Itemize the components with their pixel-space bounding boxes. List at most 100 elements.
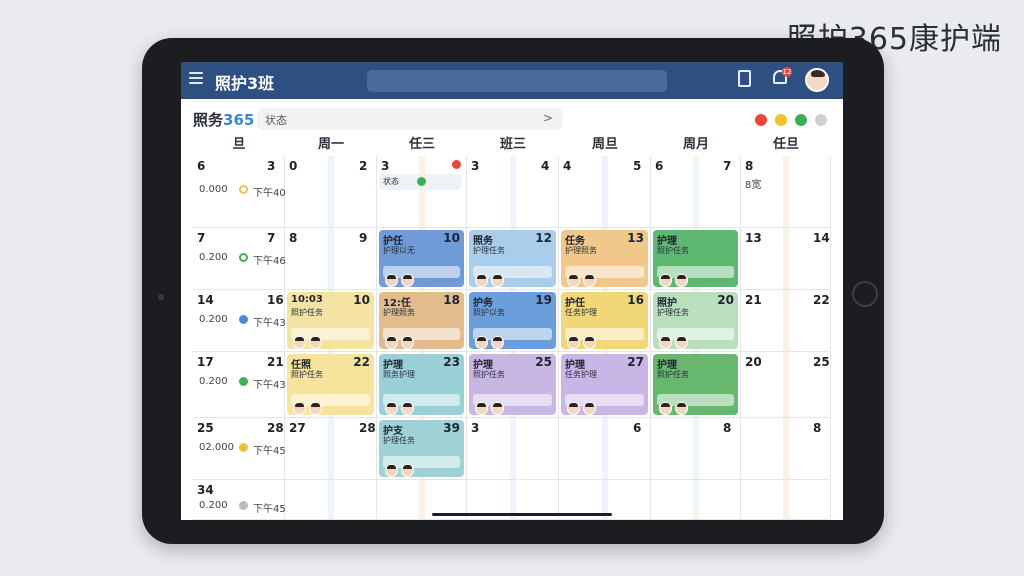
caregiver-avatar xyxy=(475,402,488,415)
column-stripe xyxy=(328,156,334,227)
event-card[interactable]: 照务 12 护理任务 xyxy=(469,230,556,287)
calendar-cell[interactable] xyxy=(651,480,741,520)
column-stripe xyxy=(602,156,608,227)
caregiver-avatar xyxy=(385,274,398,287)
status-filter[interactable]: 状态 > xyxy=(257,108,563,130)
notification-badge: 12 xyxy=(782,67,792,77)
day-summary-time: 0.200 xyxy=(199,314,228,325)
event-title: 10:03 xyxy=(291,294,323,305)
event-card[interactable]: 护理 27 任务护理 xyxy=(561,354,648,415)
caregiver-avatar xyxy=(309,402,322,415)
date-number: 6 xyxy=(197,159,206,173)
date-number: 17 xyxy=(197,355,214,369)
event-detail: 护理以无 xyxy=(383,246,415,255)
date-number-right: 14 xyxy=(813,231,830,245)
caregiver-avatar xyxy=(293,402,306,415)
yellow-status-dot[interactable] xyxy=(775,114,787,126)
date-number-right: 3 xyxy=(267,159,276,173)
date-number: 14 xyxy=(197,293,214,307)
date-subtext: 8宽 xyxy=(745,180,762,191)
caregiver-avatar xyxy=(567,402,580,415)
event-date-number: 19 xyxy=(535,293,552,307)
clipboard-icon[interactable] xyxy=(738,70,751,87)
day-summary-time: 0.200 xyxy=(199,376,228,387)
event-date-number: 23 xyxy=(443,355,460,369)
day-summary-label: 下午45 xyxy=(253,446,286,457)
event-date-number: 27 xyxy=(627,355,644,369)
event-card[interactable]: 任照 22 照护任务 xyxy=(287,354,374,415)
event-card[interactable]: 护务 19 照护以务 xyxy=(469,292,556,349)
event-card[interactable]: 护理 23 照务护理 xyxy=(379,354,464,415)
event-detail: 照护以务 xyxy=(473,308,505,317)
event-date-number: 10 xyxy=(353,293,370,307)
event-card[interactable]: 护理 照护任务 xyxy=(653,354,738,415)
day-summary-label: 下午40 xyxy=(253,188,286,199)
day-summary-label: 下午45 xyxy=(253,504,286,515)
red-status-dot[interactable] xyxy=(755,114,767,126)
column-stripe xyxy=(783,290,789,351)
date-number: 21 xyxy=(745,293,762,307)
avatar[interactable] xyxy=(805,68,829,92)
event-card[interactable]: 任务 13 护理照务 xyxy=(561,230,648,287)
event-detail: 任务护理 xyxy=(565,308,597,317)
date-number-right: 8 xyxy=(723,421,732,435)
event-card[interactable]: 护任 10 护理以无 xyxy=(379,230,464,287)
column-stripe xyxy=(419,480,425,519)
event-detail: 任务护理 xyxy=(565,370,597,379)
calendar-cell[interactable] xyxy=(285,480,377,520)
event-card[interactable]: 护理 照护任务 xyxy=(653,230,738,287)
status-chip[interactable]: 状态 xyxy=(379,174,461,190)
caregiver-avatar xyxy=(385,464,398,477)
caregiver-avatar xyxy=(567,274,580,287)
date-number-right: 4 xyxy=(541,159,550,173)
event-date-number: 18 xyxy=(443,293,460,307)
status-ring xyxy=(239,501,248,510)
event-card[interactable]: 12:任 18 护理照务 xyxy=(379,292,464,349)
event-detail: 护理任务 xyxy=(657,308,689,317)
date-number: 3 xyxy=(471,421,480,435)
event-card[interactable]: 护支 39 护理任务 xyxy=(379,420,464,477)
event-card[interactable]: 护理 25 照护任务 xyxy=(469,354,556,415)
caregiver-avatar xyxy=(491,274,504,287)
day-header-5: 周月 xyxy=(682,137,709,152)
status-ring xyxy=(239,443,248,452)
event-date-number: 39 xyxy=(443,421,460,435)
caregiver-avatar xyxy=(675,336,688,349)
date-number-right: 28 xyxy=(359,421,376,435)
day-summary-label: 下午43 xyxy=(253,318,286,329)
caregiver-avatar xyxy=(401,336,414,349)
caregiver-avatar xyxy=(401,464,414,477)
caregiver-avatar xyxy=(401,274,414,287)
search-bar[interactable] xyxy=(367,70,667,92)
column-stripe xyxy=(783,228,789,289)
calendar-cell[interactable] xyxy=(741,480,831,520)
date-number: 3 xyxy=(381,159,390,173)
day-header-6: 任旦 xyxy=(772,137,799,152)
event-date-number: 16 xyxy=(627,293,644,307)
event-detail: 照护任务 xyxy=(291,308,323,317)
green-dot xyxy=(417,177,426,186)
event-card[interactable]: 护任 16 任务护理 xyxy=(561,292,648,349)
sub-title: 照务365 xyxy=(193,111,255,129)
gray-status-dot[interactable] xyxy=(815,114,827,126)
caregiver-avatar xyxy=(491,336,504,349)
day-summary-label: 下午43 xyxy=(253,380,286,391)
event-detail: 照护任务 xyxy=(657,246,689,255)
green-status-dot[interactable] xyxy=(795,114,807,126)
column-stripe xyxy=(328,228,334,289)
caregiver-avatar xyxy=(475,274,488,287)
calendar-cell[interactable] xyxy=(467,418,559,480)
date-number: 20 xyxy=(745,355,762,369)
event-card[interactable]: 照护 20 护理任务 xyxy=(653,292,738,349)
date-number-right: 7 xyxy=(267,231,276,245)
status-ring xyxy=(239,377,248,386)
date-number: 6 xyxy=(655,159,664,173)
event-card[interactable]: 10:03 10 照护任务 xyxy=(287,292,374,349)
date-number-right: 2 xyxy=(359,159,368,173)
red-dot xyxy=(452,160,461,169)
calendar-cell[interactable] xyxy=(741,156,831,228)
day-summary-time: 0.200 xyxy=(199,500,228,511)
home-button[interactable] xyxy=(852,281,878,307)
column-stripe xyxy=(602,418,608,479)
menu-icon[interactable] xyxy=(189,72,203,84)
